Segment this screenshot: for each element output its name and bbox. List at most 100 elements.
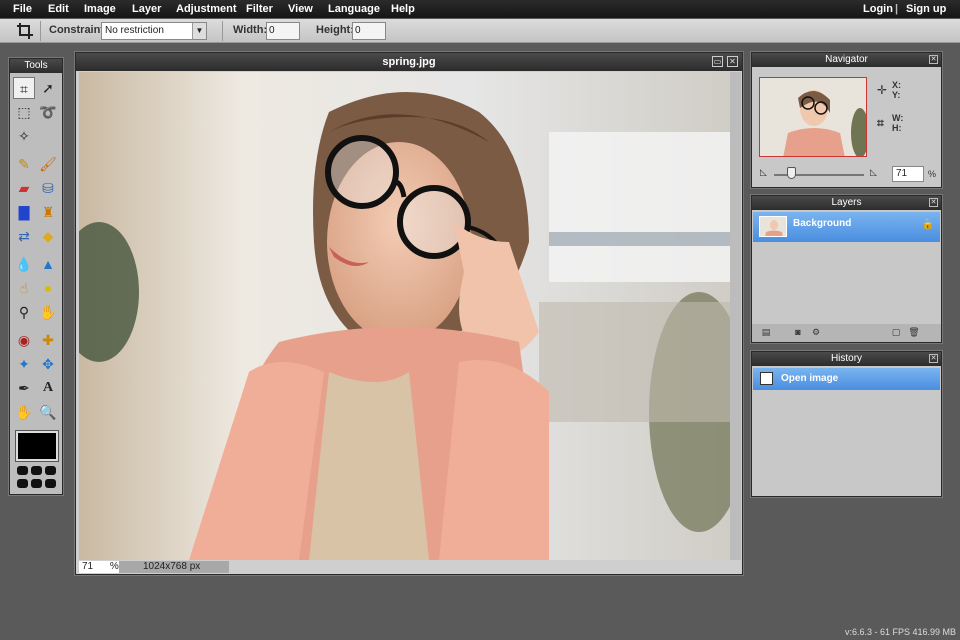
palette-dot[interactable]: [45, 479, 56, 488]
menu-file[interactable]: File: [13, 3, 32, 15]
history-title: History: [752, 352, 941, 366]
trash-icon[interactable]: 🗑: [908, 327, 920, 338]
zoom-in-icon[interactable]: ◺: [870, 167, 877, 178]
constraint-select[interactable]: No restriction ▼: [101, 22, 207, 40]
navigator-zoom-input[interactable]: 71: [892, 166, 924, 182]
photo-thumbnail: [760, 78, 866, 156]
color-picker-icon[interactable]: ✒: [13, 377, 35, 399]
menu-edit[interactable]: Edit: [48, 3, 69, 15]
layers-footer: ▤ ◙ ⚙ ▢ 🗑: [752, 324, 941, 342]
layer-name: Background: [793, 218, 852, 229]
options-divider: [40, 21, 41, 41]
close-icon[interactable]: ✕: [929, 198, 938, 207]
clone-stamp-icon[interactable]: ♜: [37, 201, 59, 223]
palette-dot[interactable]: [31, 466, 42, 475]
gradient-icon[interactable]: ▇: [13, 201, 35, 223]
draw-shapes-icon[interactable]: ◆: [37, 225, 59, 247]
layers-title: Layers: [752, 196, 941, 210]
height-label: Height:: [316, 24, 354, 36]
signup-link[interactable]: Sign up: [906, 3, 946, 15]
zoom-slider-handle[interactable]: [787, 167, 796, 179]
height-input[interactable]: 0: [352, 22, 386, 40]
image-zoom-input[interactable]: 71 %: [79, 561, 119, 573]
nav-h-label: H:: [892, 123, 902, 133]
brush-icon[interactable]: 🖌: [37, 153, 59, 175]
menu-layer[interactable]: Layer: [132, 3, 161, 15]
zoom-icon[interactable]: 🔍: [37, 401, 59, 423]
sharpen-icon[interactable]: ▲: [37, 253, 59, 275]
eraser-icon[interactable]: ▰: [13, 177, 35, 199]
layer-row[interactable]: Background 🔒: [753, 212, 940, 242]
menu-adjustment[interactable]: Adjustment: [176, 3, 237, 15]
nav-x-label: X:: [892, 80, 901, 90]
navigator-title: Navigator: [752, 53, 941, 67]
vertical-scrollbar[interactable]: [730, 72, 741, 560]
burn-icon[interactable]: ✋: [37, 301, 59, 323]
navigator-zoom-unit: %: [928, 169, 937, 179]
foreground-color-swatch[interactable]: [16, 431, 58, 461]
dimensions-icon: ⌗: [877, 116, 884, 130]
layer-mask-icon[interactable]: ◙: [792, 327, 804, 338]
paint-bucket-icon[interactable]: ⛁: [37, 177, 59, 199]
nav-w-label: W:: [892, 113, 904, 123]
history-item-label: Open image: [781, 373, 839, 384]
spot-heal-icon[interactable]: ✚: [37, 329, 59, 351]
pencil-icon[interactable]: ✎: [13, 153, 35, 175]
layer-style-icon[interactable]: ▤: [760, 327, 772, 338]
constraint-label: Constraint:: [49, 24, 108, 36]
sponge-icon[interactable]: ●: [37, 277, 59, 299]
close-icon[interactable]: ✕: [727, 56, 738, 67]
navigator-panel: Navigator ✕ ✛ X: Y: ⌗ W: H: ◺ ◺ 71 %: [751, 52, 942, 188]
menu-help[interactable]: Help: [391, 3, 415, 15]
lasso-icon[interactable]: ➰: [37, 101, 59, 123]
tools-title: Tools: [10, 59, 62, 73]
width-input[interactable]: 0: [266, 22, 300, 40]
crop-icon: [16, 22, 34, 43]
menu-view[interactable]: View: [288, 3, 313, 15]
maximize-icon[interactable]: ▭: [712, 56, 723, 67]
tools-panel: Tools ⌗ ➚ ⬚ ➰ ✧ ✎ 🖌 ▰ ⛁ ▇ ♜ ⇄ ◆ 💧 ▲ ☝ ● …: [9, 58, 63, 495]
menu-image[interactable]: Image: [84, 3, 116, 15]
new-layer-icon[interactable]: ▢: [890, 327, 902, 338]
blur-icon[interactable]: 💧: [13, 253, 35, 275]
palette-dot[interactable]: [17, 479, 28, 488]
magic-wand-icon[interactable]: ✧: [13, 125, 35, 147]
type-icon[interactable]: A: [37, 377, 59, 399]
close-icon[interactable]: ✕: [929, 55, 938, 64]
hand-icon[interactable]: ✋: [13, 401, 35, 423]
close-icon[interactable]: ✕: [929, 354, 938, 363]
menu-separator: |: [895, 3, 899, 15]
crop-tool-icon[interactable]: ⌗: [13, 77, 35, 99]
zoom-out-icon[interactable]: ◺: [760, 167, 767, 178]
move-tool-icon[interactable]: ➚: [37, 77, 59, 99]
menu-language[interactable]: Language: [328, 3, 380, 15]
status-bar: v:6.6.3 - 61 FPS 416.99 MB: [844, 627, 956, 637]
history-item[interactable]: Open image: [753, 368, 940, 390]
bloat-icon[interactable]: ✦: [13, 353, 35, 375]
dodge-icon[interactable]: ⚲: [13, 301, 35, 323]
lock-icon[interactable]: 🔒: [922, 219, 934, 230]
menu-filter[interactable]: Filter: [246, 3, 273, 15]
image-canvas[interactable]: [79, 72, 730, 560]
layer-settings-icon[interactable]: ⚙: [810, 327, 822, 338]
palette-dot[interactable]: [45, 466, 56, 475]
document-icon: [760, 372, 773, 385]
navigator-thumbnail[interactable]: [759, 77, 867, 157]
marquee-select-icon[interactable]: ⬚: [13, 101, 35, 123]
image-zoom-value: 71: [82, 561, 94, 572]
login-link[interactable]: Login: [863, 3, 893, 15]
pinch-icon[interactable]: ✥: [37, 353, 59, 375]
menu-bar: File Edit Image Layer Adjustment Filter …: [0, 0, 960, 18]
options-bar: Constraint: No restriction ▼ Width: 0 He…: [0, 19, 960, 43]
width-label: Width:: [233, 24, 268, 36]
palette-dot[interactable]: [17, 466, 28, 475]
palette-dot[interactable]: [31, 479, 42, 488]
crosshair-icon: ✛: [877, 83, 888, 97]
color-replace-icon[interactable]: ⇄: [13, 225, 35, 247]
layers-panel: Layers ✕ Background 🔒 ▤ ◙ ⚙ ▢ 🗑: [751, 195, 942, 343]
smudge-icon[interactable]: ☝: [13, 277, 35, 299]
nav-y-label: Y:: [892, 90, 901, 100]
chevron-down-icon: ▼: [192, 23, 206, 39]
photo-woman-with-glasses: [79, 72, 730, 560]
red-eye-icon[interactable]: ◉: [13, 329, 35, 351]
